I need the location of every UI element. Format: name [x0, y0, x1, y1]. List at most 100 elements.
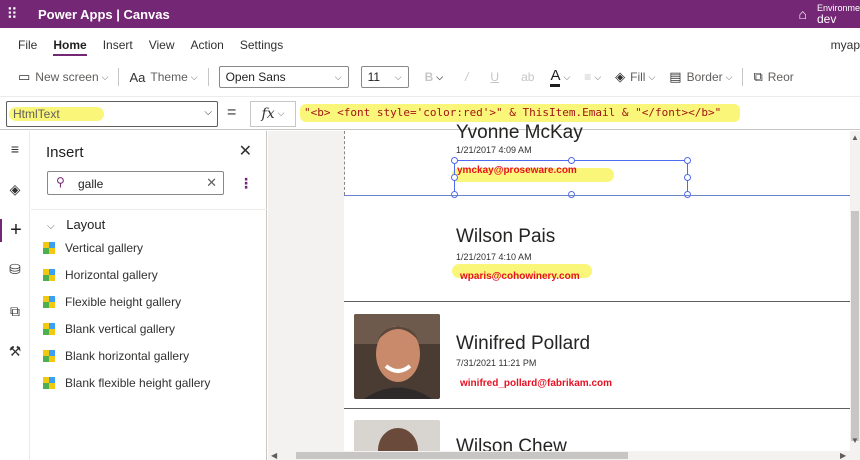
ribbon-toolbar: ▭ New screen ⌵ Aa Theme ⌵ Open Sans ⌵ 11… [0, 62, 860, 92]
chevron-down-icon: ⌵ [648, 71, 656, 82]
gallery-icon [43, 242, 55, 254]
ribbon-divider [207, 68, 209, 86]
tab-home[interactable]: Home [53, 28, 88, 60]
new-screen-button[interactable]: ▭ New screen ⌵ [18, 62, 108, 92]
bold-icon[interactable]: B ⌵ [425, 62, 444, 92]
theme-button[interactable]: Aa Theme ⌵ [129, 62, 197, 92]
gallery-icon [43, 350, 55, 362]
underline-icon[interactable]: U [490, 62, 499, 92]
list-item-blank-vertical-gallery[interactable]: Blank vertical gallery [43, 322, 175, 336]
app-name-label[interactable]: myap [831, 28, 860, 62]
border-label: Border [686, 70, 723, 84]
gallery-row-name[interactable]: Wilson Pais [456, 226, 555, 248]
scroll-thumb[interactable] [851, 211, 859, 441]
row-separator [344, 408, 850, 409]
gallery-icon [43, 323, 55, 335]
italic-icon[interactable]: / [465, 62, 468, 92]
border-button[interactable]: ▤ Border ⌵ [669, 62, 732, 92]
theme-label: Theme [150, 70, 188, 84]
clear-icon[interactable]: ✕ [206, 175, 217, 191]
scroll-left-icon[interactable]: ◀ [271, 451, 277, 460]
resize-handle[interactable] [451, 174, 458, 181]
category-layout[interactable]: ⌵ Layout [47, 217, 105, 232]
canvas-area: Yvonne McKay 1/21/2017 4:09 AM ymckay@pr… [268, 122, 860, 460]
resize-handle[interactable] [451, 157, 458, 164]
paint-bucket-icon: ◈ [615, 69, 626, 84]
fx-label: fx [261, 106, 275, 122]
gallery-row-name[interactable]: Yvonne McKay [456, 122, 583, 144]
chevron-down-icon: ⌵ [563, 71, 571, 82]
insert-plus-icon[interactable]: + [0, 219, 30, 242]
list-item-blank-horizontal-gallery[interactable]: Blank horizontal gallery [43, 349, 189, 363]
fill-button[interactable]: ◈ Fill ⌵ [615, 62, 655, 92]
list-item-horizontal-gallery[interactable]: Horizontal gallery [43, 268, 158, 282]
tab-action[interactable]: Action [191, 28, 224, 60]
fill-label: Fill [630, 70, 646, 84]
gallery-icon [43, 377, 55, 389]
category-label: Layout [66, 217, 106, 232]
resize-handle[interactable] [684, 157, 691, 164]
media-icon[interactable]: ⧉ [0, 303, 30, 320]
gallery-row-name[interactable]: Winifred Pollard [456, 333, 590, 355]
list-item-flexible-height-gallery[interactable]: Flexible height gallery [43, 295, 181, 309]
tab-view[interactable]: View [149, 28, 175, 60]
item-label: Vertical gallery [65, 241, 144, 255]
equals-icon: = [227, 104, 237, 121]
formula-bar: HtmlText ⌵ = fx ⌵ "<b> <font style='colo… [0, 96, 860, 130]
advanced-tools-icon[interactable]: ⚒ [0, 343, 30, 360]
app-title: Power Apps | Canvas [38, 6, 170, 22]
gallery-row-date[interactable]: 1/21/2017 4:09 AM [456, 145, 532, 155]
gallery-icon [43, 296, 55, 308]
align-icon[interactable]: ≡ ⌵ [584, 62, 601, 92]
search-input[interactable]: ⚲ galle ✕ [47, 171, 224, 195]
left-rail: ≡ ◈ + ⛁ ⧉ ⚒ [0, 131, 30, 460]
property-select[interactable]: HtmlText ⌵ [6, 101, 218, 127]
scroll-right-icon[interactable]: ▶ [840, 451, 846, 460]
data-icon[interactable]: ⛁ [0, 261, 30, 278]
chevron-down-icon: ⌵ [725, 71, 733, 82]
search-icon: ⚲ [56, 175, 65, 189]
gallery-row-email[interactable]: winifred_pollard@fabrikam.com [460, 378, 612, 389]
reorder-label: Reor [767, 70, 794, 84]
new-screen-icon: ▭ [18, 69, 31, 84]
tab-settings[interactable]: Settings [240, 28, 283, 60]
gallery-row-date[interactable]: 7/31/2021 11:21 PM [456, 358, 536, 368]
scroll-down-icon[interactable]: ▼ [851, 436, 859, 445]
font-select[interactable]: Open Sans ⌵ [218, 66, 349, 88]
resize-handle[interactable] [568, 157, 575, 164]
panel-title: Insert [46, 144, 84, 161]
vertical-scrollbar[interactable]: ▲ ▼ [850, 131, 860, 453]
scroll-thumb[interactable] [296, 452, 628, 459]
gallery-row-date[interactable]: 1/21/2017 4:10 AM [456, 252, 532, 262]
resize-handle[interactable] [684, 174, 691, 181]
profile-photo[interactable] [354, 420, 440, 453]
tree-view-icon[interactable]: ◈ [0, 181, 30, 198]
strikethrough-icon[interactable]: ab [521, 62, 534, 92]
gallery-row-email[interactable]: wparis@cohowinery.com [460, 271, 580, 282]
hamburger-icon[interactable]: ≡ [0, 141, 30, 157]
panel-divider [31, 209, 267, 210]
gallery-template-outline [344, 131, 345, 195]
profile-photo[interactable] [354, 314, 440, 399]
reorder-button[interactable]: ⧉ Reor [753, 62, 793, 92]
font-size-select[interactable]: 11 ⌵ [360, 66, 409, 88]
horizontal-scrollbar[interactable]: ◀ ▶ [268, 451, 860, 460]
font-size-value: 11 [367, 70, 381, 84]
fx-button[interactable]: fx ⌵ [250, 101, 296, 127]
scroll-up-icon[interactable]: ▲ [851, 133, 859, 142]
list-item-vertical-gallery[interactable]: Vertical gallery [43, 241, 143, 255]
environment-switcher[interactable]: ⌂ Environme dev [799, 0, 860, 28]
tab-insert[interactable]: Insert [103, 28, 133, 60]
list-item-blank-flexible-height-gallery[interactable]: Blank flexible height gallery [43, 376, 210, 390]
insert-panel: Insert ✕ ⚲ galle ✕ ⋮ ⌵ Layout Vertical g… [31, 131, 267, 460]
ribbon-divider [118, 68, 120, 86]
tab-file[interactable]: File [18, 28, 37, 60]
font-value: Open Sans [225, 70, 286, 84]
row-separator [344, 301, 850, 302]
close-icon[interactable]: ✕ [239, 141, 252, 161]
app-launcher-icon[interactable]: ⠿ [0, 5, 24, 23]
search-value: galle [78, 177, 104, 191]
ribbon-divider [742, 68, 744, 86]
font-color-icon[interactable]: A [550, 67, 561, 87]
more-options-icon[interactable]: ⋮ [239, 175, 253, 192]
